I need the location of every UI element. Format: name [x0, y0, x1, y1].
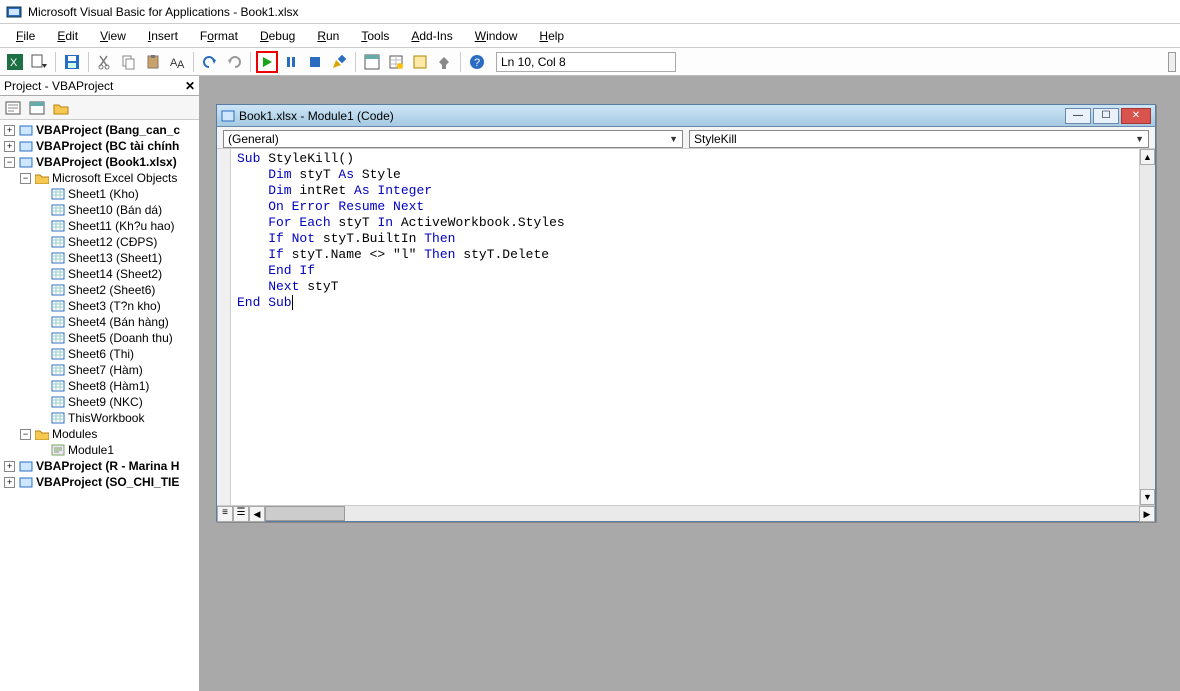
- find-icon[interactable]: AA: [166, 51, 188, 73]
- close-icon[interactable]: ✕: [185, 79, 195, 93]
- separator: [193, 52, 194, 72]
- menu-format[interactable]: Format: [190, 27, 248, 45]
- menu-edit[interactable]: Edit: [47, 27, 88, 45]
- sheet-node[interactable]: Sheet8 (Hàm1): [0, 378, 199, 394]
- cut-icon[interactable]: [94, 51, 116, 73]
- code-margin: [217, 149, 231, 505]
- sheet-node[interactable]: Sheet11 (Kh?u hao): [0, 218, 199, 234]
- save-icon[interactable]: [61, 51, 83, 73]
- project-node[interactable]: −VBAProject (Book1.xlsx): [0, 154, 199, 170]
- menu-insert[interactable]: Insert: [138, 27, 188, 45]
- copy-icon[interactable]: [118, 51, 140, 73]
- close-button[interactable]: ✕: [1121, 108, 1151, 124]
- folder-node[interactable]: −Modules: [0, 426, 199, 442]
- project-tree[interactable]: +VBAProject (Bang_can_c +VBAProject (BC …: [0, 120, 199, 691]
- menu-addins[interactable]: Add-Ins: [401, 27, 462, 45]
- design-mode-icon[interactable]: [328, 51, 350, 73]
- sheet-node[interactable]: Sheet7 (Hàm): [0, 362, 199, 378]
- properties-icon[interactable]: [385, 51, 407, 73]
- reset-icon[interactable]: [304, 51, 326, 73]
- sheet-node[interactable]: Sheet4 (Bán hàng): [0, 314, 199, 330]
- excel-icon[interactable]: X: [4, 51, 26, 73]
- separator: [55, 52, 56, 72]
- sheet-node[interactable]: Sheet9 (NKC): [0, 394, 199, 410]
- menu-view[interactable]: View: [90, 27, 136, 45]
- separator: [460, 52, 461, 72]
- menu-window[interactable]: Window: [465, 27, 528, 45]
- insert-dropdown-icon[interactable]: [28, 51, 50, 73]
- minimize-button[interactable]: —: [1065, 108, 1091, 124]
- sheet-node[interactable]: ThisWorkbook: [0, 410, 199, 426]
- toolbar-overflow[interactable]: [1168, 52, 1176, 72]
- separator: [355, 52, 356, 72]
- full-module-view-button[interactable]: ☰: [233, 506, 249, 522]
- project-node[interactable]: +VBAProject (BC tài chính: [0, 138, 199, 154]
- project-explorer-icon[interactable]: [361, 51, 383, 73]
- vba-app-icon: [6, 4, 22, 20]
- vertical-scrollbar[interactable]: ▲▼: [1139, 149, 1155, 505]
- project-node[interactable]: +VBAProject (SO_CHI_TIE: [0, 474, 199, 490]
- svg-text:X: X: [10, 57, 18, 69]
- module-node[interactable]: Module1: [0, 442, 199, 458]
- sheet-node[interactable]: Sheet1 (Kho): [0, 186, 199, 202]
- undo-icon[interactable]: [199, 51, 221, 73]
- view-code-icon[interactable]: [2, 97, 24, 119]
- code-window-title: Book1.xlsx - Module1 (Code): [239, 109, 1061, 123]
- object-combo[interactable]: (General)▼: [223, 130, 683, 148]
- svg-text:A: A: [177, 59, 185, 70]
- project-pane-toolbar: [0, 96, 199, 120]
- code-window-titlebar[interactable]: Book1.xlsx - Module1 (Code) — ☐ ✕: [217, 105, 1155, 127]
- toolbox-icon[interactable]: [433, 51, 455, 73]
- menu-run[interactable]: Run: [307, 27, 349, 45]
- sheet-node[interactable]: Sheet3 (T?n kho): [0, 298, 199, 314]
- sheet-node[interactable]: Sheet13 (Sheet1): [0, 250, 199, 266]
- cursor-position: Ln 10, Col 8: [496, 52, 676, 72]
- view-object-icon[interactable]: [26, 97, 48, 119]
- sheet-node[interactable]: Sheet10 (Bán dá): [0, 202, 199, 218]
- menu-tools[interactable]: Tools: [351, 27, 399, 45]
- sheet-node[interactable]: Sheet12 (CĐPS): [0, 234, 199, 250]
- folder-node[interactable]: −Microsoft Excel Objects: [0, 170, 199, 186]
- svg-text:?: ?: [474, 57, 480, 69]
- procedure-view-button[interactable]: ≡: [217, 506, 233, 522]
- project-explorer-pane: Project - VBAProject ✕ +VBAProject (Bang…: [0, 76, 200, 691]
- horizontal-scrollbar[interactable]: ◀▶: [249, 506, 1155, 521]
- object-browser-icon[interactable]: [409, 51, 431, 73]
- sheet-node[interactable]: Sheet6 (Thi): [0, 346, 199, 362]
- run-sub-button[interactable]: [256, 51, 278, 73]
- sheet-node[interactable]: Sheet2 (Sheet6): [0, 282, 199, 298]
- code-window: Book1.xlsx - Module1 (Code) — ☐ ✕ (Gener…: [216, 104, 1156, 522]
- project-node[interactable]: +VBAProject (R - Marina H: [0, 458, 199, 474]
- redo-icon[interactable]: [223, 51, 245, 73]
- break-icon[interactable]: [280, 51, 302, 73]
- standard-toolbar: X AA ? Ln 10, Col 8: [0, 48, 1180, 76]
- project-node[interactable]: +VBAProject (Bang_can_c: [0, 122, 199, 138]
- separator: [250, 52, 251, 72]
- mdi-client-area: Book1.xlsx - Module1 (Code) — ☐ ✕ (Gener…: [200, 76, 1180, 691]
- separator: [88, 52, 89, 72]
- paste-icon[interactable]: [142, 51, 164, 73]
- menu-debug[interactable]: Debug: [250, 27, 305, 45]
- cursor-position-label: Ln 10, Col 8: [501, 55, 566, 69]
- menubar: File Edit View Insert Format Debug Run T…: [0, 24, 1180, 48]
- toggle-folders-icon[interactable]: [50, 97, 72, 119]
- sheet-node[interactable]: Sheet5 (Doanh thu): [0, 330, 199, 346]
- sheet-node[interactable]: Sheet14 (Sheet2): [0, 266, 199, 282]
- project-pane-title: Project - VBAProject ✕: [0, 76, 199, 96]
- code-editor[interactable]: Sub StyleKill() Dim styT As Style Dim in…: [231, 149, 1139, 505]
- maximize-button[interactable]: ☐: [1093, 108, 1119, 124]
- menu-help[interactable]: Help: [529, 27, 574, 45]
- module-icon: [221, 109, 235, 123]
- help-icon[interactable]: ?: [466, 51, 488, 73]
- app-title: Microsoft Visual Basic for Applications …: [28, 5, 299, 19]
- menu-file[interactable]: File: [6, 27, 45, 45]
- app-titlebar: Microsoft Visual Basic for Applications …: [0, 0, 1180, 24]
- procedure-combo[interactable]: StyleKill▼: [689, 130, 1149, 148]
